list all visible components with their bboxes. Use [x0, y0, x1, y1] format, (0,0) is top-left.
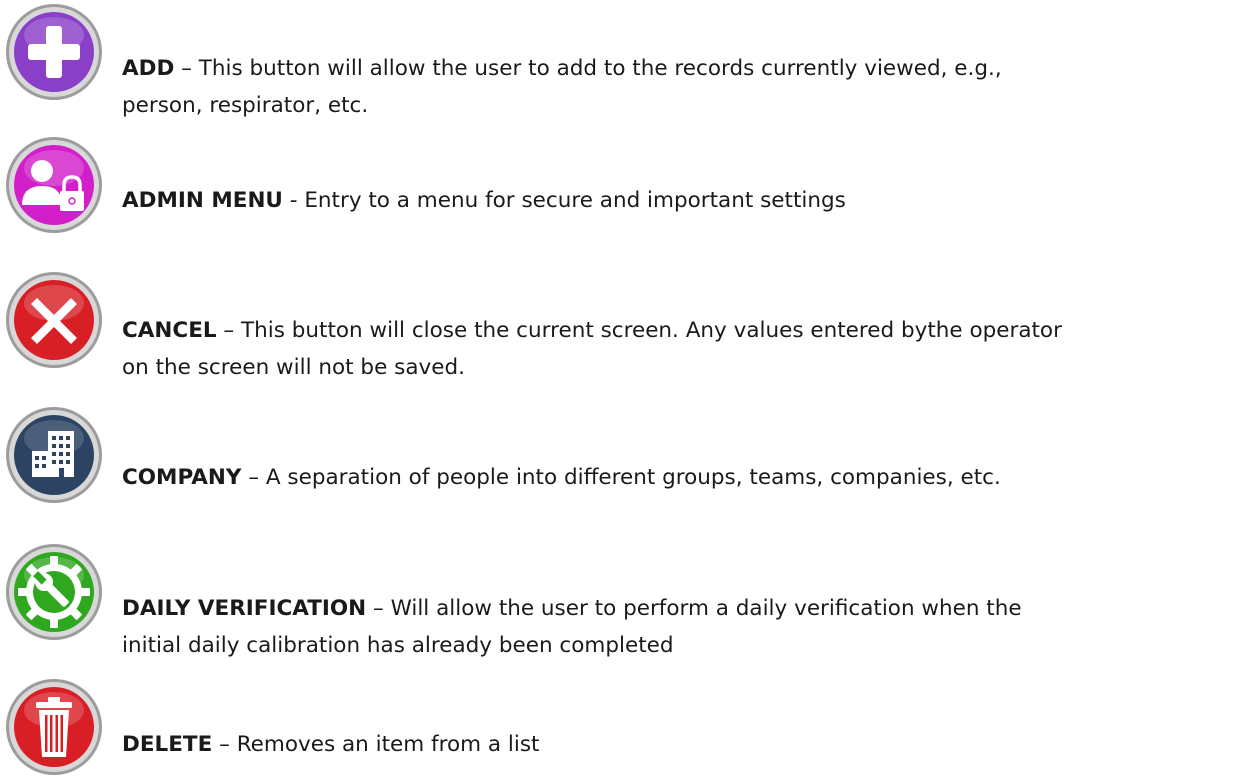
- admin-menu-button[interactable]: [4, 135, 104, 235]
- entry-text-line1: Entry to a menu for secure and important…: [304, 188, 846, 213]
- admin-lock-icon: [6, 137, 102, 233]
- entry-separator: –: [366, 596, 391, 621]
- delete-button[interactable]: [4, 677, 104, 777]
- entry-term: ADMIN MENU: [122, 188, 283, 213]
- entry-separator: –: [174, 56, 199, 81]
- entry-term: CANCEL: [122, 318, 217, 343]
- entry-term: ADD: [122, 56, 175, 81]
- entry-text-line1: A separation of people into different gr…: [265, 465, 1001, 490]
- entry-text-line1: This button will allow the user to add t…: [198, 56, 1002, 81]
- cancel-button[interactable]: [4, 270, 104, 370]
- gear-wrench-icon: [6, 544, 102, 640]
- entry-description: COMPANY – A separation of people into di…: [122, 459, 1252, 496]
- entry-separator: -: [282, 188, 305, 213]
- entry-separator: –: [241, 465, 266, 490]
- entry-text-line2: initial daily calibration has already be…: [122, 633, 674, 658]
- company-button[interactable]: [4, 405, 104, 505]
- close-x-icon: [6, 272, 102, 368]
- entry-description: ADD – This button will allow the user to…: [122, 50, 1252, 124]
- entry-description: DELETE – Removes an item from a list: [122, 726, 1252, 763]
- entry-term: COMPANY: [122, 465, 242, 490]
- entry-text-line2: on the screen will not be saved.: [122, 355, 465, 380]
- add-button[interactable]: [4, 2, 104, 102]
- entry-text-line1: This button will close the current scree…: [241, 318, 1062, 343]
- entry-separator: –: [212, 732, 237, 757]
- entry-description: DAILY VERIFICATION – Will allow the user…: [122, 590, 1252, 664]
- entry-term: DELETE: [122, 732, 213, 757]
- entry-separator: –: [216, 318, 241, 343]
- entry-text-line1: Removes an item from a list: [236, 732, 540, 757]
- entry-text-line2: person, respirator, etc.: [122, 93, 369, 118]
- entry-description: CANCEL – This button will close the curr…: [122, 312, 1252, 386]
- entry-description: ADMIN MENU - Entry to a menu for secure …: [122, 182, 1252, 219]
- plus-icon: [6, 4, 102, 100]
- entry-term: DAILY VERIFICATION: [122, 596, 367, 621]
- trash-icon: [6, 679, 102, 775]
- building-icon: [6, 407, 102, 503]
- daily-verification-button[interactable]: [4, 542, 104, 642]
- entry-text-line1: Will allow the user to perform a daily v…: [390, 596, 1022, 621]
